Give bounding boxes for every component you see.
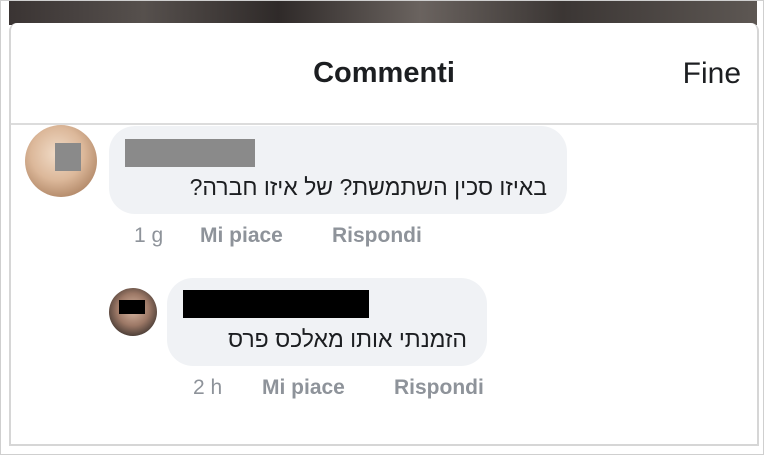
face-redaction [55, 143, 81, 171]
reply-button[interactable]: Rispondi [332, 224, 422, 248]
background-photo [9, 1, 757, 25]
screenshot-frame: Commenti Fine באיזו סכין השתמשת? של איזו… [0, 0, 764, 455]
sheet-header: Commenti Fine [11, 23, 757, 125]
like-button[interactable]: Mi piace [200, 224, 283, 248]
comment-text: הזמנתי אותו מאלכס פרס [228, 326, 467, 352]
avatar[interactable] [25, 125, 97, 197]
done-button[interactable]: Fine [683, 57, 741, 91]
comment-timestamp: 2 h [193, 376, 223, 399]
page-title: Commenti [313, 57, 455, 89]
redacted-author-name [125, 139, 255, 167]
comment-bubble[interactable]: באיזו סכין השתמשת? של איזו חברה? [109, 126, 567, 214]
redacted-author-name [183, 290, 369, 318]
comment-text: באיזו סכין השתמשת? של איזו חברה? [189, 174, 547, 200]
reply-button[interactable]: Rispondi [394, 376, 484, 400]
face-redaction [119, 300, 145, 314]
like-button[interactable]: Mi piace [262, 376, 345, 400]
comment-timestamp: 1 g [134, 224, 164, 247]
reply-bubble[interactable]: הזמנתי אותו מאלכס פרס [167, 278, 487, 366]
avatar[interactable] [109, 288, 157, 336]
